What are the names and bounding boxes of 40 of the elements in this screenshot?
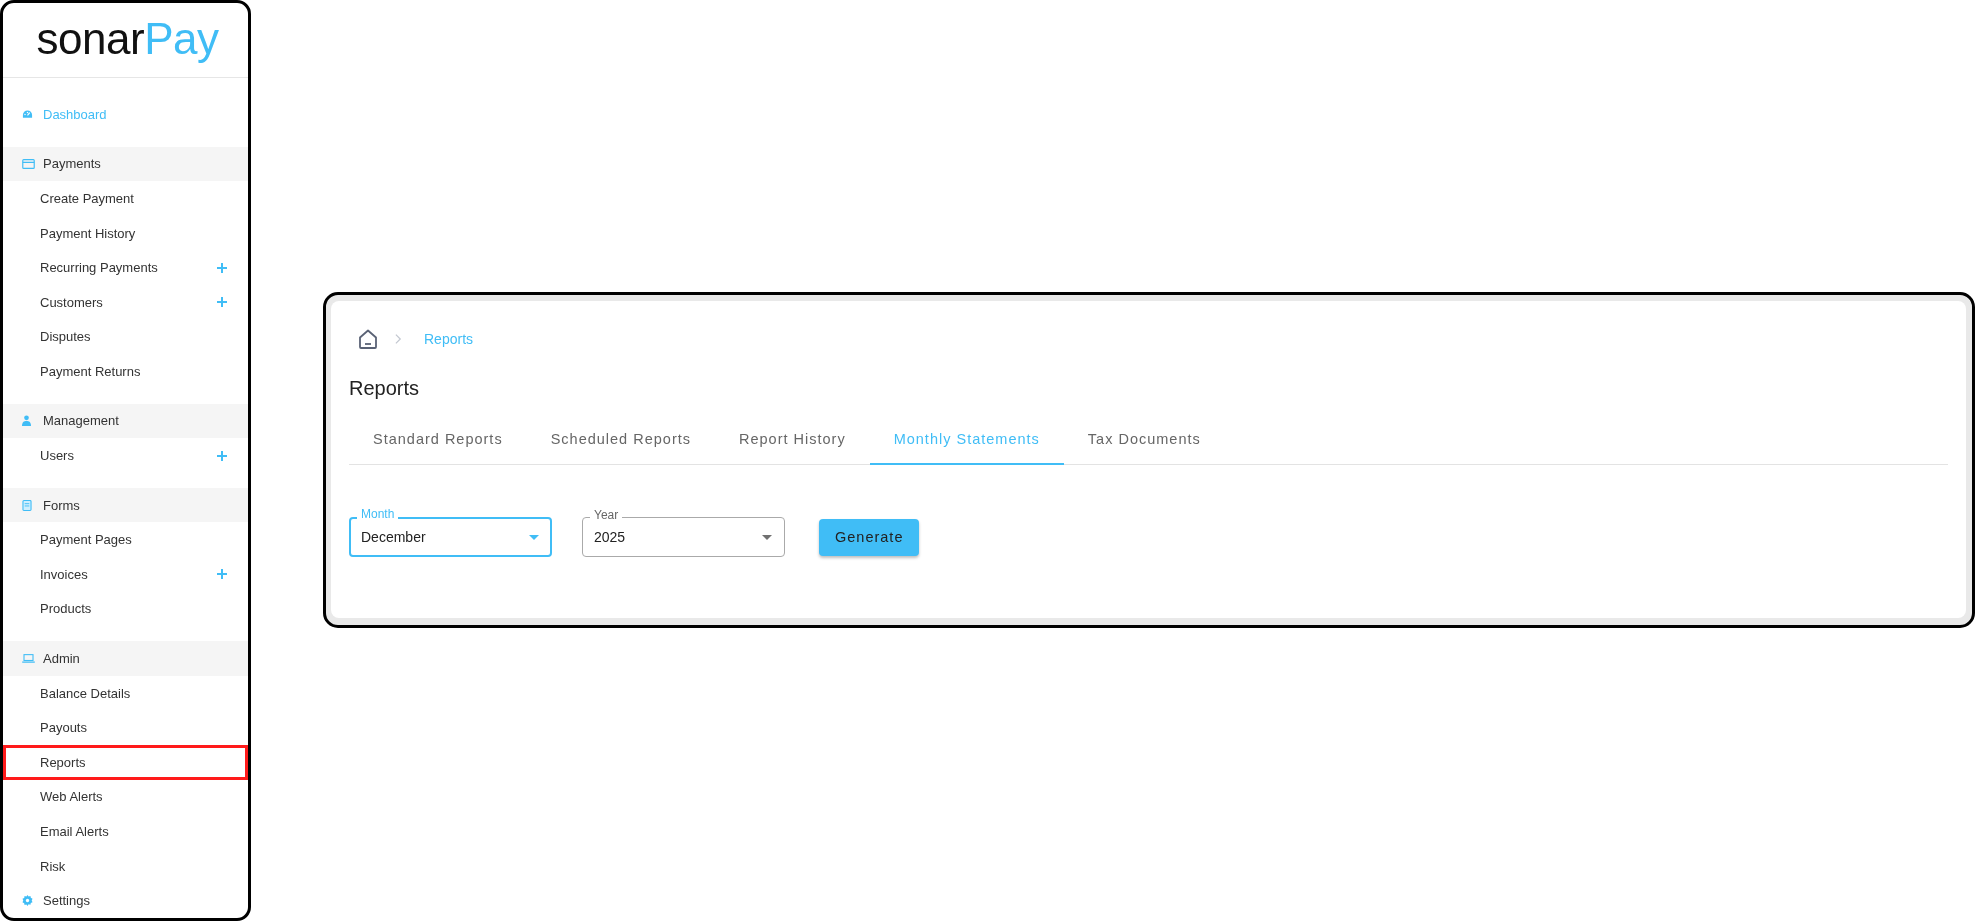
section-header[interactable]: Payments — [3, 146, 248, 182]
menu-item[interactable]: Email Alerts — [3, 814, 248, 849]
menu-item[interactable]: Payment Returns — [3, 354, 248, 389]
home-icon[interactable] — [357, 328, 379, 350]
section-header[interactable]: Admin — [3, 641, 248, 676]
menu-item[interactable]: Recurring Payments — [3, 250, 248, 285]
tab[interactable]: Tax Documents — [1063, 415, 1225, 465]
caret-icon — [762, 534, 772, 540]
menu-item[interactable]: Users — [3, 438, 248, 473]
tab[interactable]: Report History — [715, 415, 870, 465]
tab[interactable]: Standard Reports — [349, 415, 527, 465]
menu-item[interactable]: Payment History — [3, 215, 248, 251]
section-header[interactable]: Forms — [3, 487, 248, 523]
menu-item[interactable]: Invoices — [3, 557, 248, 592]
menu-item[interactable]: Products — [3, 591, 248, 627]
menu-item[interactable]: Web Alerts — [3, 779, 248, 815]
caret-icon — [529, 534, 539, 540]
generate-button[interactable]: Generate — [819, 518, 920, 556]
plus-icon[interactable] — [217, 450, 227, 461]
menu-item[interactable]: Settings — [3, 883, 248, 918]
tab[interactable]: Scheduled Reports — [526, 415, 715, 465]
menu-item[interactable]: Risk — [3, 848, 248, 884]
plus-icon[interactable] — [217, 569, 227, 580]
menu-item[interactable]: Payouts — [3, 710, 248, 746]
menu-item[interactable]: Payment Pages — [3, 522, 248, 558]
field-label: Month — [357, 507, 399, 521]
field-label: Year — [590, 508, 623, 522]
chevron-icon — [395, 333, 402, 345]
plus-icon[interactable] — [217, 262, 227, 273]
logo: sonarPay — [3, 3, 248, 78]
menu-item[interactable]: Reports — [3, 745, 248, 780]
menu-item[interactable]: Balance Details — [3, 675, 248, 711]
menu-item[interactable]: Disputes — [3, 319, 248, 355]
menu-item[interactable]: Customers — [3, 284, 248, 320]
section-header[interactable]: Management — [3, 403, 248, 439]
laptop-icon — [22, 654, 37, 664]
plus-icon[interactable] — [217, 297, 227, 308]
menu-item[interactable]: Create Payment — [3, 181, 248, 216]
credit-card-icon — [22, 158, 37, 169]
page-title: Reports — [349, 377, 421, 401]
